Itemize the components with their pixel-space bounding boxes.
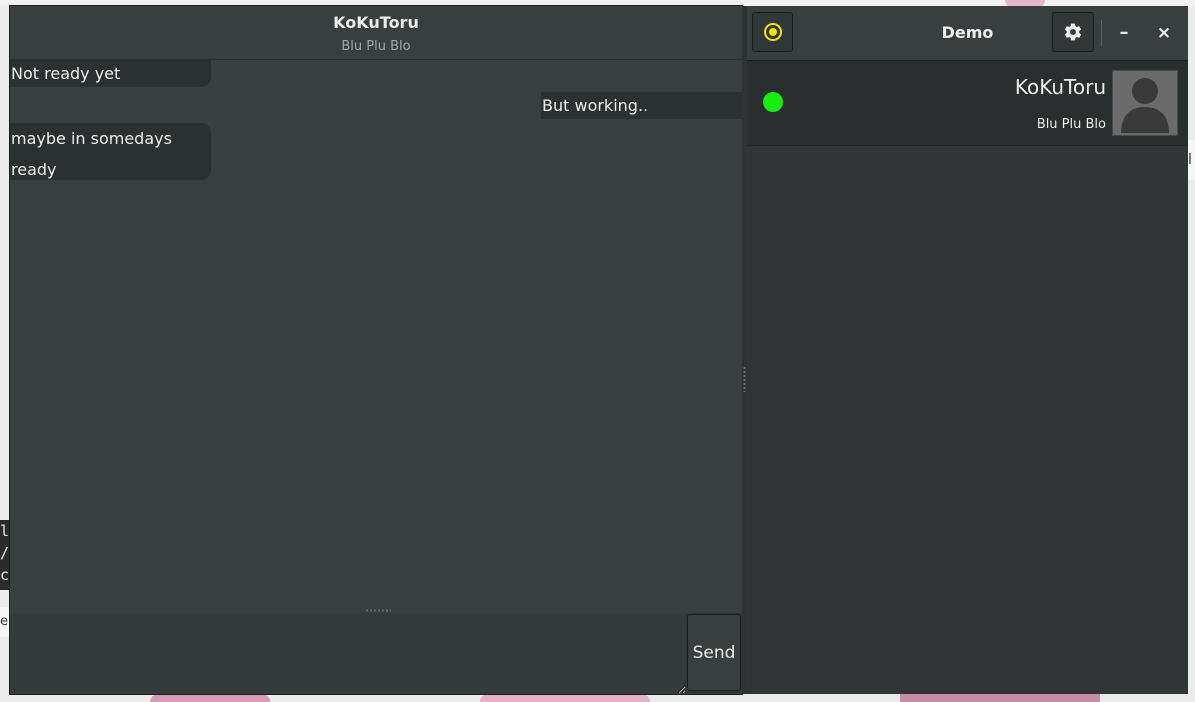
terminal-line: / — [0, 544, 10, 562]
contact-status-message: Blu Plu Blo — [1036, 117, 1106, 132]
header-divider — [1101, 20, 1102, 46]
background-window-text: l — [1188, 140, 1195, 180]
close-button[interactable]: × — [1149, 18, 1179, 48]
terminal-line: c — [0, 566, 10, 584]
message-input[interactable] — [10, 613, 686, 694]
avatar — [1112, 70, 1178, 136]
contact-list-item[interactable]: KoKuToru Blu Plu Blo — [747, 61, 1188, 146]
terminal-line: l — [0, 522, 10, 540]
send-button[interactable]: Send — [687, 614, 741, 691]
settings-button[interactable] — [1052, 12, 1094, 52]
message-line: maybe in somedays — [11, 129, 172, 148]
background-terminal: l / c — [0, 520, 10, 590]
message-bubble-sent: But working.. — [541, 92, 742, 119]
background-window-text: er — [0, 607, 10, 637]
minimize-button[interactable]: – — [1109, 18, 1139, 48]
contacts-header: Demo – × — [747, 6, 1188, 61]
presence-online-icon — [763, 92, 783, 112]
chat-window: KoKuToru Blu Plu Blo Not ready yet But w… — [10, 6, 742, 694]
message-list[interactable]: Not ready yet But working.. maybe in som… — [10, 60, 742, 608]
chat-title: KoKuToru — [333, 13, 419, 32]
avatar-placeholder-icon — [1121, 78, 1169, 133]
chat-subtitle: Blu Plu Blo — [341, 39, 411, 54]
message-bubble-received: Not ready yet — [10, 60, 211, 87]
message-line: ready — [11, 160, 57, 179]
composer: Send — [10, 613, 742, 694]
desktop-wallpaper-fragment — [480, 694, 650, 702]
contacts-window: Demo – × KoKuToru Blu Plu Blo — [747, 6, 1188, 694]
gear-icon — [1064, 23, 1082, 41]
chat-header: KoKuToru Blu Plu Blo — [10, 6, 742, 60]
contact-name: KoKuToru — [1014, 75, 1106, 99]
message-bubble-received: maybe in somedays ready — [10, 123, 211, 180]
pane-grip-icon[interactable] — [743, 366, 746, 392]
desktop-wallpaper-fragment — [900, 694, 1100, 702]
desktop-wallpaper-fragment — [150, 694, 270, 702]
resize-grip-icon[interactable] — [365, 609, 391, 612]
